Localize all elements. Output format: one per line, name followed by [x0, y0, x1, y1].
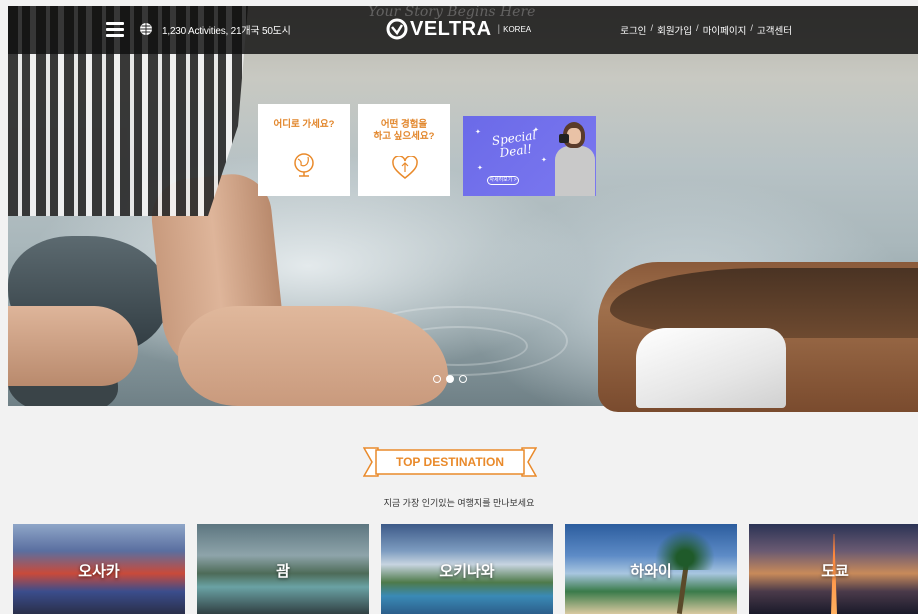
- hand: [8, 306, 138, 386]
- hamburger-menu-icon[interactable]: [106, 22, 124, 37]
- what-experience-card[interactable]: 어떤 경험을 하고 싶으세요?: [358, 104, 450, 196]
- destination-label: 오사카: [78, 563, 120, 580]
- card-title: 어디로 가세요?: [273, 119, 335, 130]
- page: 1,230 Activities, 21개국 50도시 Your Story B…: [0, 0, 918, 614]
- sparkle-icon: ✦: [541, 157, 547, 164]
- section-title: TOP DESTINATION: [395, 455, 504, 469]
- section-title-ribbon: TOP DESTINATION: [363, 447, 537, 477]
- logo-text: VELTRA: [410, 17, 492, 40]
- foot: [178, 306, 448, 406]
- site-header: 1,230 Activities, 21개국 50도시 Your Story B…: [8, 4, 918, 54]
- camera-icon: [559, 134, 569, 143]
- sparkle-icon: ✦: [475, 129, 481, 136]
- link-separator: /: [696, 23, 699, 34]
- special-deal-banner[interactable]: ✦ ✦ ✦ ✦ Special Deal! 자세히보기 >: [463, 116, 596, 196]
- destination-label: 오키나와: [439, 563, 495, 580]
- top-links: 로그인 / 회원가입 / 마이페이지 / 고객센터: [620, 23, 792, 37]
- carousel-dot[interactable]: [433, 375, 441, 383]
- veltra-logo[interactable]: VELTRA | KOREA: [386, 17, 531, 41]
- carousel-dot-active[interactable]: [446, 375, 454, 383]
- destination-card-tokyo[interactable]: 도쿄: [749, 524, 918, 614]
- sparkle-icon: ✦: [477, 165, 483, 172]
- link-separator: /: [650, 23, 654, 34]
- where-to-go-card[interactable]: 어디로 가세요?: [258, 104, 350, 196]
- destination-card-hawaii[interactable]: 하와이: [565, 524, 737, 614]
- link-separator: /: [750, 23, 754, 34]
- globe-icon: [140, 23, 152, 35]
- logo-mark-icon: [386, 18, 408, 40]
- globe-icon: [294, 153, 314, 177]
- destination-card-guam[interactable]: 괌: [197, 524, 369, 614]
- model-figure: [555, 146, 595, 196]
- signup-link[interactable]: 회원가입: [657, 23, 692, 37]
- heart-icon: [392, 156, 418, 179]
- login-link[interactable]: 로그인: [620, 23, 646, 37]
- support-link[interactable]: 고객센터: [757, 23, 792, 37]
- destination-label: 하와이: [630, 563, 672, 580]
- activity-count: 1,230 Activities, 21개국 50도시: [162, 26, 291, 37]
- card-title: 어떤 경험을 하고 싶으세요?: [373, 119, 435, 142]
- mypage-link[interactable]: 마이페이지: [703, 23, 747, 37]
- carousel-dots: [433, 375, 467, 383]
- logo-separator: |: [497, 23, 501, 35]
- logo-region: KOREA: [503, 24, 532, 34]
- section-subtitle: 지금 가장 인기있는 여행지를 만나보세요: [383, 498, 535, 508]
- towel: [636, 328, 786, 408]
- destination-label: 괌: [276, 563, 290, 580]
- model-face: [567, 128, 581, 144]
- promo-button[interactable]: 자세히보기 >: [487, 176, 519, 185]
- destination-card-osaka[interactable]: 오사카: [13, 524, 185, 614]
- carousel-dot[interactable]: [459, 375, 467, 383]
- destination-label: 도쿄: [821, 563, 849, 580]
- destination-card-okinawa[interactable]: 오키나와: [381, 524, 553, 614]
- promo-title: Special Deal!: [490, 128, 538, 161]
